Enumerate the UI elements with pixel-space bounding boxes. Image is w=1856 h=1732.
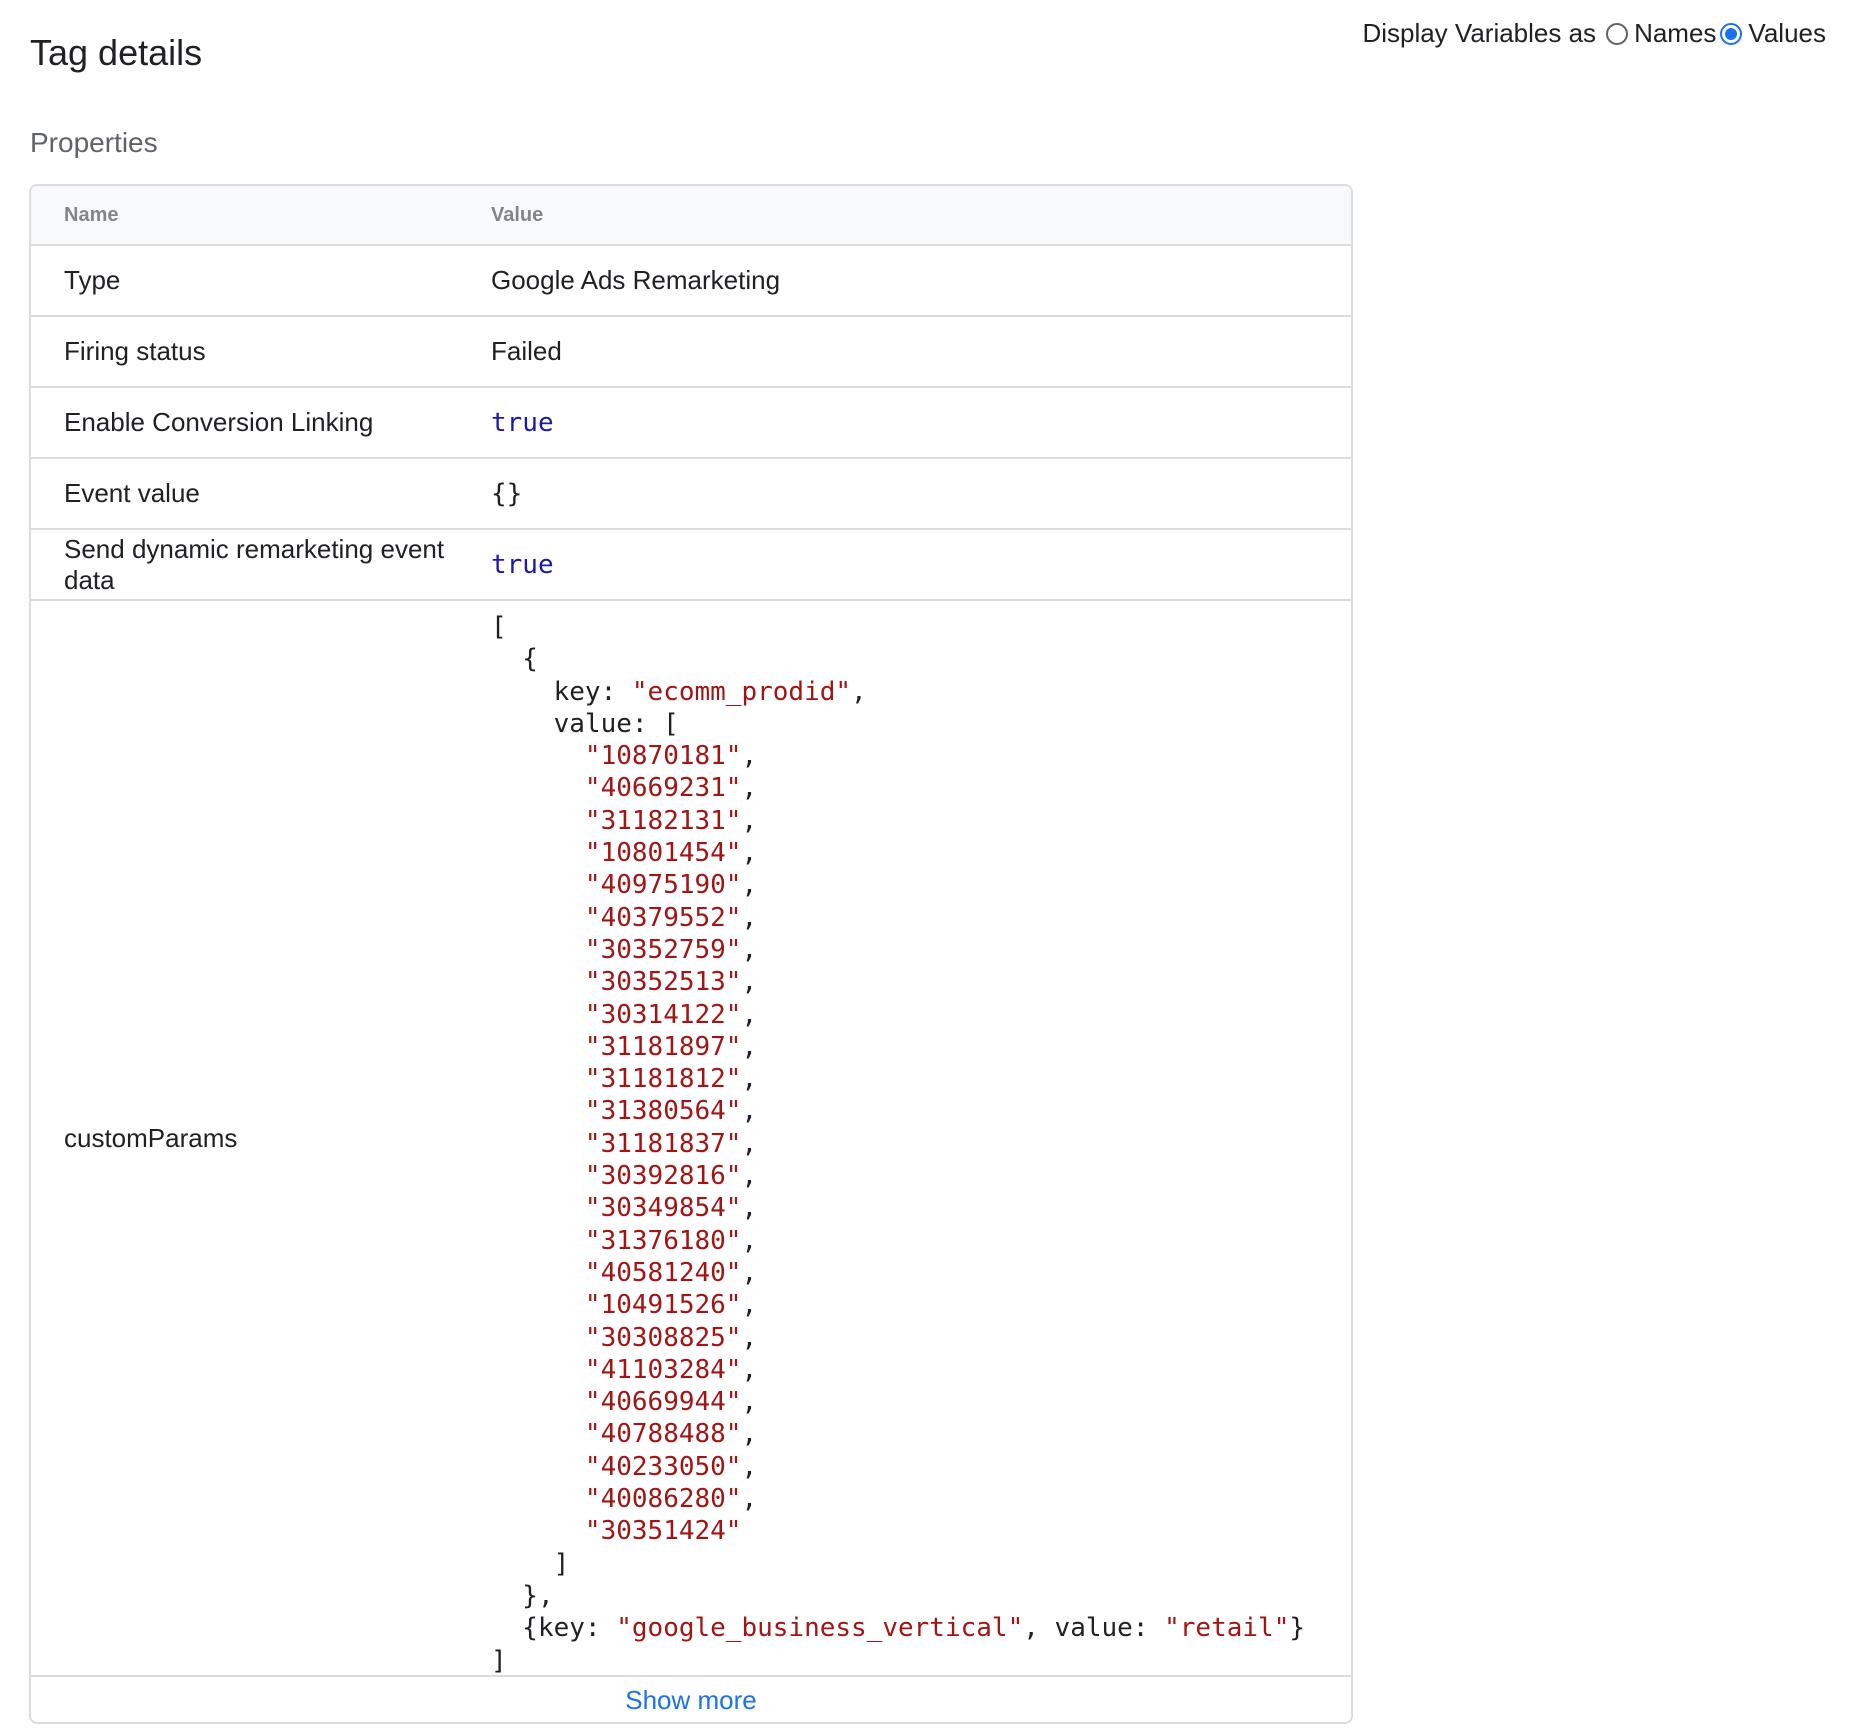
code-line-product-id: "40669944", <box>584 1387 758 1418</box>
column-header-name: Name <box>64 203 119 226</box>
table-row: Firing status Failed <box>31 317 1351 388</box>
code-line-product-id: "30308825", <box>584 1322 758 1353</box>
row-name: Enable Conversion Linking <box>64 407 374 437</box>
code-line-product-id: "40233050", <box>584 1451 758 1482</box>
code-line-product-id: "41103284", <box>584 1354 758 1385</box>
code-line-product-id: "31181837", <box>584 1128 758 1159</box>
row-value: true <box>491 549 554 580</box>
code-line-product-id: "30351424" <box>584 1516 742 1547</box>
properties-table: Name Value Type Google Ads Remarketing F… <box>29 184 1353 1724</box>
code-line-product-id: "31181812", <box>584 1064 758 1095</box>
table-row: Type Google Ads Remarketing <box>31 246 1351 317</box>
code-line-product-id: "31380564", <box>584 1096 758 1127</box>
code-line: ] <box>491 1645 507 1676</box>
row-value-code: [ { key: "ecomm_prodid", value: [ "10870… <box>491 601 1351 1677</box>
code-line: { <box>491 644 538 675</box>
code-line-key: key: "ecomm_prodid", <box>491 676 867 707</box>
code-line-product-id: "40975190", <box>584 870 758 901</box>
table-row: Send dynamic remarketing event data true <box>31 530 1351 601</box>
code-line-product-id: "40379552", <box>584 902 758 933</box>
names-radio-icon[interactable] <box>1606 22 1629 45</box>
custom-params-code: [ { key: "ecomm_prodid", value: [ "10870… <box>491 611 1351 1677</box>
code-line: }, <box>491 1580 554 1611</box>
table-row: Event value {} <box>31 459 1351 530</box>
row-value: Failed <box>491 336 562 366</box>
show-more-button[interactable]: Show more <box>625 1685 757 1716</box>
code-line-product-id: "40788488", <box>584 1419 758 1450</box>
names-radio-option[interactable]: Names <box>1606 18 1716 49</box>
code-line-product-id: "31181897", <box>584 1031 758 1062</box>
code-line-product-id: "31182131", <box>584 805 758 836</box>
code-line-product-id: "30352513", <box>584 967 758 998</box>
row-name: customParams <box>64 1122 238 1153</box>
code-line-product-id: "10801454", <box>584 838 758 869</box>
table-header: Name Value <box>31 186 1351 246</box>
values-radio-icon[interactable] <box>1720 22 1743 45</box>
display-variables-toggle: Display Variables as Names Values <box>1362 18 1826 49</box>
row-name: Event value <box>64 478 200 508</box>
code-line-product-id: "31376180", <box>584 1225 758 1256</box>
code-line-product-id: "10870181", <box>584 741 758 772</box>
row-value: {} <box>491 478 523 509</box>
code-line: [ <box>491 612 507 642</box>
code-line: value: [ <box>491 708 679 739</box>
row-value: true <box>491 407 554 438</box>
row-value: Google Ads Remarketing <box>491 265 781 295</box>
display-variables-label: Display Variables as <box>1362 18 1597 48</box>
code-line-business-vertical: {key: "google_business_vertical", value:… <box>491 1613 1306 1644</box>
code-line: ] <box>491 1548 570 1579</box>
values-radio-option[interactable]: Values <box>1720 18 1826 49</box>
row-name: Type <box>64 265 121 295</box>
code-line-product-id: "30352759", <box>584 934 758 965</box>
table-row-custom-params: customParams [ { key: "ecomm_prodid", va… <box>31 601 1351 1677</box>
code-line-product-id: "40581240", <box>584 1257 758 1288</box>
names-radio-label: Names <box>1634 18 1717 48</box>
code-line-product-id: "40669231", <box>584 773 758 804</box>
show-more-container: Show more <box>31 1677 1351 1722</box>
table-row: Enable Conversion Linking true <box>31 388 1351 459</box>
row-name: Firing status <box>64 336 206 366</box>
code-line-product-id: "30349854", <box>584 1193 758 1224</box>
row-name: Send dynamic remarketing event data <box>64 533 445 595</box>
code-line-product-id: "30314122", <box>584 999 758 1030</box>
values-radio-label: Values <box>1748 18 1826 48</box>
code-line-product-id: "10491526", <box>584 1290 758 1321</box>
page-title: Tag details <box>30 32 203 73</box>
code-line-product-id: "30392816", <box>584 1161 758 1192</box>
properties-section-title: Properties <box>30 127 158 158</box>
code-line-product-id: "40086280", <box>584 1484 758 1515</box>
column-header-value: Value <box>491 203 544 226</box>
